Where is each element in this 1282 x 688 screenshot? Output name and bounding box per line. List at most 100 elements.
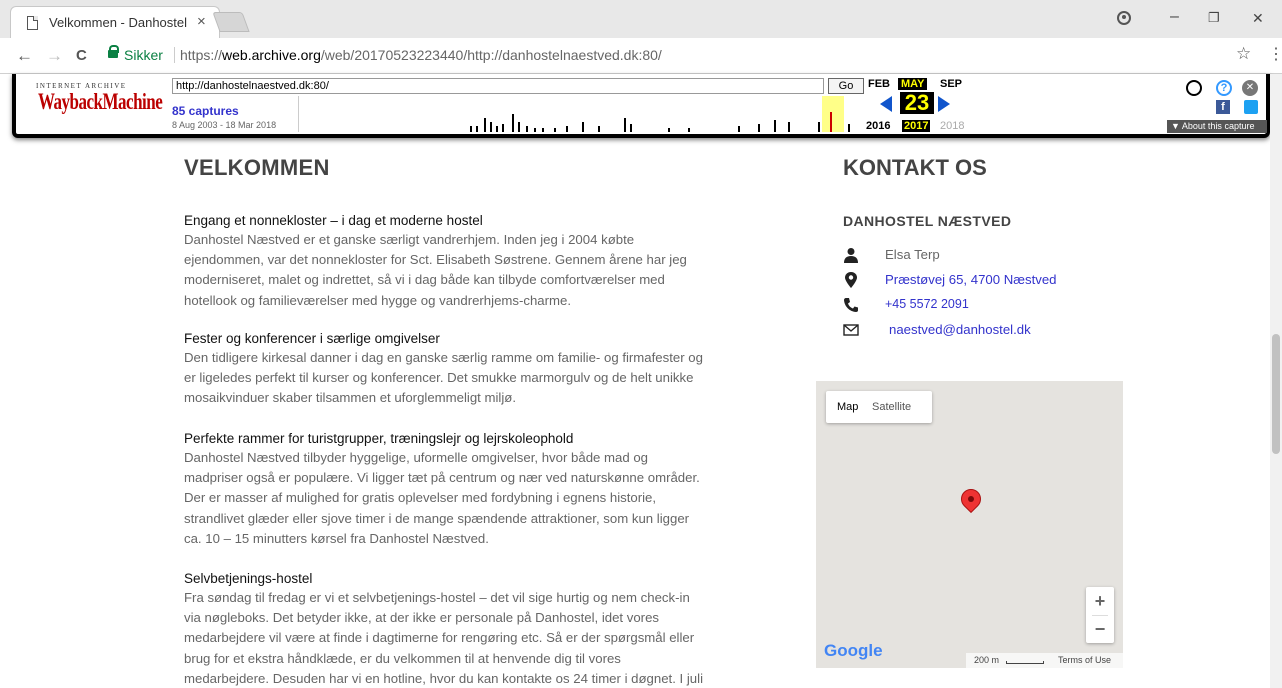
spark-bar	[848, 124, 850, 132]
spark-bar	[526, 126, 528, 132]
captures-range: 8 Aug 2003 - 18 Mar 2018	[172, 120, 277, 130]
capture-sparkline[interactable]	[298, 96, 868, 132]
text-line: via nøgleboks. Det betyder ikke, at der …	[184, 610, 660, 626]
text-line: Der er masser af mulighed for gratis opl…	[184, 490, 657, 506]
contact-phone-link[interactable]: +45 5572 2091	[885, 297, 969, 311]
map-terms-link[interactable]: Terms of Use	[1058, 655, 1111, 665]
wayback-go-button[interactable]: Go	[828, 78, 864, 94]
spark-bar	[512, 114, 514, 132]
text-line: hotellook og familieværelser med hygge o…	[184, 292, 572, 308]
page-scrollbar[interactable]	[1270, 74, 1282, 688]
text-line: ejendommen, var det nonnekloster for Sct…	[184, 252, 687, 268]
profile-icon[interactable]	[1117, 11, 1131, 25]
text-line: ca. 10 – 15 minutters kørsel fra Danhost…	[184, 530, 489, 546]
current-year-highlight	[822, 96, 844, 132]
contact-name: Elsa Terp	[885, 247, 940, 262]
phone-icon	[843, 297, 859, 313]
google-map[interactable]: Map Satellite + − Google 200 m Terms of …	[816, 381, 1123, 668]
back-button[interactable]: ←	[16, 46, 33, 66]
help-icon[interactable]: ?	[1216, 80, 1232, 96]
tab-title: Velkommen - Danhostel I	[49, 15, 189, 30]
section-selvbetjening: Selvbetjenings-hostel Fra søndag til fre…	[184, 571, 774, 688]
address-bar[interactable]: Sikker https://web.archive.org/web/20170…	[100, 44, 1220, 68]
spark-bar	[554, 128, 556, 132]
contact-address-link[interactable]: Præstøvej 65, 4700 Næstved	[885, 272, 1057, 287]
section-fester: Fester og konferencer i særlige omgivels…	[184, 331, 774, 409]
contact-email-link[interactable]: naestved@danhostel.dk	[889, 322, 1031, 337]
map-tab-map[interactable]: Map	[837, 401, 858, 413]
text-line: Danhostel Næstved tilbyder hyggelige, uf…	[184, 450, 649, 465]
twitter-icon[interactable]	[1244, 100, 1258, 114]
tab-strip: Velkommen - Danhostel I × – ❐ ✕	[0, 0, 1282, 38]
map-type-control: Map Satellite	[826, 391, 932, 423]
next-year[interactable]: 2018	[940, 120, 964, 132]
text-line: medarbejdere vil være at finde i dagtime…	[184, 630, 695, 646]
tab-close-button[interactable]: ×	[197, 13, 206, 30]
forward-button[interactable]: →	[46, 46, 63, 66]
spark-bar	[542, 128, 544, 132]
zoom-out-button[interactable]: −	[1086, 615, 1114, 643]
captures-link[interactable]: 85 captures	[172, 104, 239, 118]
map-tab-satellite[interactable]: Satellite	[872, 401, 911, 413]
browser-tab[interactable]: Velkommen - Danhostel I ×	[10, 6, 220, 38]
text-line: mosaikvinduer skaber tilsammen et uforgl…	[184, 390, 516, 406]
spark-bar	[470, 126, 472, 132]
url-host: web.archive.org	[222, 47, 321, 63]
contact-email-row: naestved@danhostel.dk	[843, 320, 1133, 340]
section-heading: Selvbetjenings-hostel	[184, 571, 313, 586]
text-line: strandlivet glæder eller sjove timer i d…	[184, 510, 690, 526]
about-capture-button[interactable]: ▼ About this capture	[1167, 120, 1267, 133]
section-body: Danhostel Næstved er et ganske særligt v…	[184, 230, 774, 311]
contact-address-row: Præstøvej 65, 4700 Næstved	[843, 270, 1133, 290]
prev-year[interactable]: 2016	[866, 120, 890, 132]
text-line: Den tidligere kirkesal danner i dag en g…	[184, 350, 703, 365]
url-text[interactable]: https://web.archive.org/web/201705232234…	[180, 47, 662, 63]
window-close-button[interactable]: ✕	[1252, 10, 1264, 27]
facebook-icon[interactable]: f	[1216, 100, 1230, 114]
person-icon	[843, 247, 859, 263]
map-scale-bar	[1006, 661, 1044, 664]
zoom-control: + −	[1086, 587, 1114, 643]
minimize-button[interactable]: –	[1170, 8, 1179, 26]
spark-bar	[566, 126, 568, 132]
spark-bar	[490, 122, 492, 132]
text-line: madpriser også er populære. Vi ligger tæ…	[184, 470, 700, 486]
section-nonnekloster: Engang et nonnekloster – i dag et modern…	[184, 213, 774, 311]
lock-icon	[108, 45, 119, 58]
contact-subtitle: DANHOSTEL NÆSTVED	[843, 213, 1012, 229]
prev-month[interactable]: FEB	[868, 78, 890, 90]
spark-bar	[518, 122, 520, 132]
text-line: brug for et ekstra håndklæde, er du velk…	[184, 650, 621, 666]
browser-menu-icon[interactable]: ⋮	[1268, 44, 1282, 64]
section-turistgrupper: Perfekte rammer for turistgrupper, træni…	[184, 431, 774, 549]
browser-toolbar: ← → C Sikker https://web.archive.org/web…	[0, 38, 1282, 74]
wayback-url-input[interactable]	[172, 78, 824, 94]
next-month[interactable]: SEP	[940, 78, 962, 90]
scroll-thumb[interactable]	[1272, 334, 1280, 454]
map-pin-icon[interactable]	[956, 484, 986, 514]
text-line: Danhostel Næstved er et ganske særligt v…	[184, 232, 635, 247]
close-toolbar-icon[interactable]: ✕	[1242, 80, 1258, 96]
map-footer: 200 m Terms of Use	[966, 653, 1123, 668]
wayback-logo[interactable]: WaybackMachine	[38, 89, 163, 116]
restore-button[interactable]: ❐	[1208, 10, 1220, 26]
spark-bar	[668, 128, 670, 132]
zoom-in-button[interactable]: +	[1086, 587, 1114, 615]
prev-capture-arrow[interactable]	[880, 96, 892, 112]
url-prefix: https://	[180, 47, 223, 63]
text-line: moderniseret, malet og indrettet, så vi …	[184, 272, 665, 288]
reload-button[interactable]: C	[76, 47, 87, 64]
spark-bar	[774, 120, 776, 132]
bookmark-star-icon[interactable]: ☆	[1236, 44, 1251, 64]
wayback-toolbar: INTERNET ARCHIVE WaybackMachine Go 85 ca…	[12, 74, 1270, 138]
section-heading: Fester og konferencer i særlige omgivels…	[184, 331, 440, 346]
google-logo[interactable]: Google	[824, 641, 883, 661]
current-month: MAY	[898, 78, 928, 90]
page-icon	[27, 16, 38, 30]
text-line: medarbejdere. Desuden har vi en hotline,…	[184, 670, 704, 686]
section-body: Fra søndag til fredag er vi et selvbetje…	[184, 588, 774, 688]
new-tab-button[interactable]	[212, 12, 250, 32]
envelope-icon	[843, 322, 859, 338]
next-capture-arrow[interactable]	[938, 96, 950, 112]
account-icon[interactable]	[1186, 80, 1202, 96]
